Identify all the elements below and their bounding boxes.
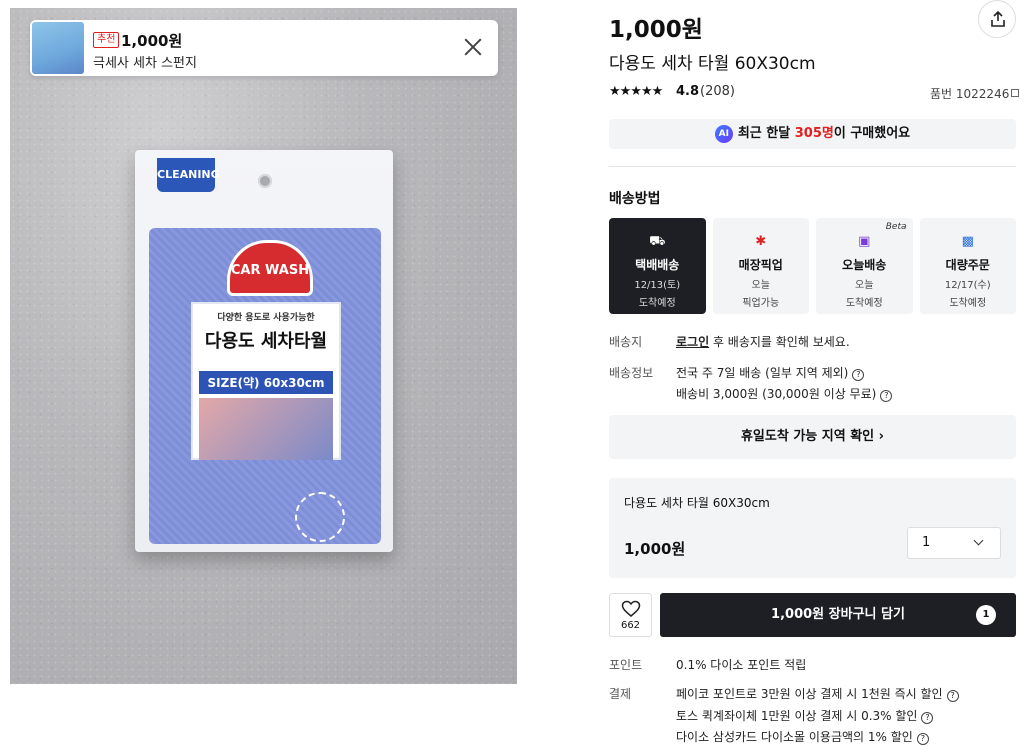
help-icon[interactable]: ?: [916, 733, 929, 745]
review-count[interactable]: (208): [700, 84, 735, 99]
cart-count-badge: 1: [976, 605, 996, 625]
copy-icon[interactable]: [1011, 89, 1020, 97]
box-icon: ▩: [961, 234, 974, 249]
quantity-select[interactable]: 1: [907, 527, 1001, 559]
runner-icon: ✱: [755, 234, 767, 249]
shipping-option-name: 매장픽업: [738, 258, 783, 272]
option-name: 다용도 세차 타월 60X30cm: [624, 496, 770, 510]
help-icon[interactable]: ?: [880, 390, 893, 402]
holiday-delivery-label: 휴일도착 가능 지역 확인: [740, 429, 875, 444]
shipping-option-date: 12/13(토): [634, 280, 681, 291]
like-count: 662: [620, 620, 641, 631]
option-price: 1,000원: [624, 540, 686, 558]
shipping-option-date: 12/17(수): [944, 280, 991, 291]
payment-label: 결제: [609, 687, 632, 701]
shipping-option-status: 픽업가능: [742, 298, 780, 309]
shipping-info-label: 배송정보: [609, 366, 654, 380]
recommend-tag: 추천: [93, 32, 120, 48]
close-icon[interactable]: [462, 36, 484, 58]
recommendation-bar[interactable]: 추천 1,000원 극세사 세차 스펀지: [30, 20, 498, 76]
heart-icon: [621, 600, 640, 617]
shipping-option-name: 오늘배송: [842, 258, 887, 272]
product-image[interactable]: CLEANING CAR WASH 다양한 용도로 사용가능한 다용도 세차타월…: [10, 8, 517, 684]
shipping-options: ⛟ 택배배송 12/13(토) 도착예정 ✱ 매장픽업 오늘 픽업가능 Beta…: [609, 218, 1016, 314]
address-label: 배송지: [609, 335, 643, 349]
chevron-down-icon: [973, 535, 984, 546]
payment-benefit-text: 다이소 삼성카드 다이소몰 이용금액의 1% 할인: [676, 730, 913, 744]
shipping-option-date: 오늘: [855, 280, 874, 291]
share-button[interactable]: [978, 0, 1016, 38]
shipping-heading: 배송방법: [609, 191, 661, 207]
shipping-fee-text: 배송비 3,000원 (30,000원 이상 무료): [676, 387, 877, 401]
delivery-icon: ▣: [858, 234, 871, 249]
shipping-info-line1: 전국 주 7일 배송 (일부 지역 제외)?: [676, 364, 865, 381]
recommendation-thumbnail: [32, 22, 84, 74]
ai-purchase-notice: AI 최근 한달 305명이 구매했어요: [609, 119, 1016, 149]
shipping-option-today[interactable]: Beta ▣ 오늘배송 오늘 도착예정: [816, 218, 913, 314]
shipping-fee-line: 배송비 3,000원 (30,000원 이상 무료)?: [676, 385, 893, 402]
holiday-delivery-button[interactable]: 휴일도착 가능 지역 확인 ›: [609, 415, 1016, 459]
help-icon[interactable]: ?: [852, 369, 865, 381]
towel-package: CLEANING CAR WASH 다양한 용도로 사용가능한 다용도 세차타월…: [135, 150, 393, 552]
ai-highlight: 305명: [794, 126, 834, 141]
package-label: 다양한 용도로 사용가능한 다용도 세차타월 SIZE(약) 60x30cm: [191, 302, 341, 460]
label-size: SIZE(약) 60x30cm: [199, 371, 333, 394]
product-title: 다용도 세차 타월 60X30cm: [609, 54, 816, 74]
payment-benefit-text: 페이코 포인트로 3만원 이상 결제 시 1천원 즉시 할인: [676, 687, 943, 701]
label-photo: [199, 398, 333, 460]
ai-icon: AI: [714, 125, 733, 143]
shipping-option-parcel[interactable]: ⛟ 택배배송 12/13(토) 도착예정: [609, 218, 706, 314]
payment-benefit: 토스 퀵계좌이체 1만원 이상 결제 시 0.3% 할인?: [676, 707, 934, 724]
divider: [609, 166, 1016, 167]
sku-text: 품번 1022246: [930, 87, 1010, 101]
address-text: 후 배송지를 확인해 보세요.: [709, 335, 850, 349]
product-price: 1,000원: [609, 17, 703, 43]
chevron-right-icon: ›: [878, 429, 885, 444]
login-link[interactable]: 로그인: [676, 335, 709, 349]
payment-benefit: 다이소 삼성카드 다이소몰 이용금액의 1% 할인?: [676, 728, 929, 745]
shipping-option-pickup[interactable]: ✱ 매장픽업 오늘 픽업가능: [712, 218, 809, 314]
help-icon[interactable]: ?: [946, 690, 959, 702]
label-title: 다용도 세차타월: [204, 331, 328, 352]
hang-hole: [258, 174, 272, 188]
ai-text-prefix: 최근 한달: [737, 126, 795, 141]
help-icon[interactable]: ?: [921, 712, 934, 724]
shipping-info-text: 전국 주 7일 배송 (일부 지역 제외): [676, 366, 849, 380]
share-icon: [991, 10, 1005, 27]
points-label: 포인트: [609, 658, 643, 672]
like-button[interactable]: 662: [609, 593, 652, 637]
ai-text-suffix: 이 구매했어요: [833, 126, 911, 141]
shipping-option-name: 택배배송: [635, 258, 680, 272]
shipping-option-name: 대량주문: [945, 258, 990, 272]
star-rating-icon: ★★★★★: [609, 84, 663, 99]
shipping-option-status: 도착예정: [949, 298, 987, 309]
shipping-option-bulk[interactable]: ▩ 대량주문 12/17(수) 도착예정: [919, 218, 1016, 314]
selected-option: 다용도 세차 타월 60X30cm 1,000원 1: [609, 478, 1016, 578]
rating-value: 4.8: [676, 84, 700, 99]
payment-benefit-text: 토스 퀵계좌이체 1만원 이상 결제 시 0.3% 할인: [676, 709, 918, 723]
beta-badge: Beta: [885, 222, 907, 232]
label-subtitle: 다양한 용도로 사용가능한: [217, 313, 315, 323]
add-to-cart-button[interactable]: 1,000원 장바구니 담기 1: [660, 593, 1016, 637]
truck-icon: ⛟: [649, 234, 666, 249]
recommendation-price: 1,000원: [121, 32, 183, 50]
cleaning-tag: CLEANING: [157, 158, 220, 192]
pack-window: [295, 492, 345, 542]
shipping-option-status: 도착예정: [845, 298, 883, 309]
shipping-option-date: 오늘: [751, 280, 770, 291]
address-value: 로그인 후 배송지를 확인해 보세요.: [676, 333, 850, 350]
sku-number[interactable]: 품번 1022246: [930, 85, 1020, 102]
quantity-value: 1: [922, 535, 931, 550]
recommendation-name: 극세사 세차 스펀지: [93, 56, 197, 71]
add-to-cart-label: 1,000원 장바구니 담기: [771, 607, 905, 622]
points-value: 0.1% 다이소 포인트 적립: [676, 658, 807, 672]
payment-benefit: 페이코 포인트로 3만원 이상 결제 시 1천원 즉시 할인?: [676, 685, 959, 702]
shipping-option-status: 도착예정: [638, 298, 676, 309]
